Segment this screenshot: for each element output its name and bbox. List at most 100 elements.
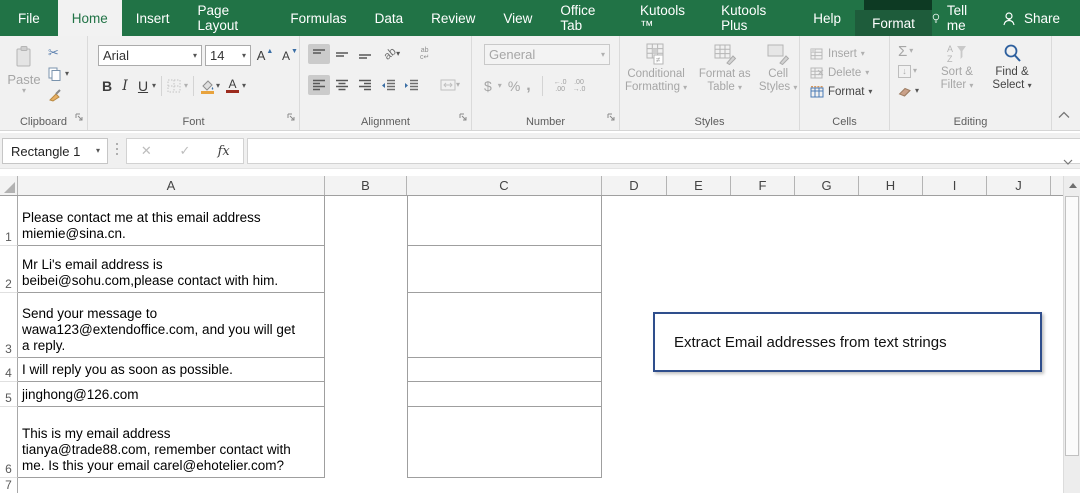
align-center-button[interactable] [331, 75, 353, 95]
col-header-a[interactable]: A [18, 176, 325, 195]
bold-button[interactable]: B [98, 78, 116, 94]
fill-button[interactable]: ↓ ▾ [898, 63, 919, 79]
fill-color-dropdown-icon[interactable]: ▾ [216, 82, 220, 90]
fill-color-icon[interactable] [199, 78, 216, 94]
clear-button[interactable]: ▾ [898, 83, 919, 99]
cell-c1[interactable] [407, 196, 602, 246]
autosum-button[interactable]: Σ ▾ [898, 43, 919, 60]
row-header-7[interactable]: 7 [0, 478, 18, 493]
paste-dropdown-icon[interactable]: ▾ [6, 87, 42, 95]
tab-data[interactable]: Data [361, 0, 418, 36]
decrease-decimal-button[interactable]: .00 →.0 [573, 79, 586, 93]
decrease-font-size-button[interactable]: A ▼ [279, 46, 301, 66]
cell-c5[interactable] [407, 382, 602, 407]
tab-page-layout[interactable]: Page Layout [184, 0, 277, 36]
col-header-b[interactable]: B [325, 176, 407, 195]
number-dialog-launcher[interactable] [607, 109, 616, 127]
format-painter-button[interactable] [48, 87, 69, 102]
enter-button[interactable]: ✓ [166, 143, 205, 159]
top-align-button[interactable] [308, 44, 330, 64]
cell-b4[interactable] [325, 358, 407, 382]
borders-dropdown-icon[interactable]: ▾ [184, 82, 188, 90]
middle-align-button[interactable] [331, 44, 353, 64]
select-all-corner[interactable] [0, 176, 18, 195]
cell-a6[interactable]: This is my email address tianya@trade88.… [18, 407, 325, 478]
tab-home[interactable]: Home [57, 0, 122, 36]
percent-button[interactable]: % [508, 78, 520, 94]
underline-button[interactable]: U [134, 78, 152, 94]
cell-a4[interactable]: I will reply you as soon as possible. [18, 358, 325, 382]
col-header-g[interactable]: G [795, 176, 859, 195]
currency-button[interactable]: $ [484, 78, 492, 94]
orientation-button[interactable]: ab ▾ [377, 44, 407, 64]
tab-view[interactable]: View [489, 0, 546, 36]
clipboard-dialog-launcher[interactable] [75, 109, 84, 127]
wrap-text-button[interactable]: ab c↵ [420, 47, 429, 61]
borders-icon[interactable] [167, 79, 181, 93]
cell-b5[interactable] [325, 382, 407, 407]
underline-dropdown-icon[interactable]: ▾ [152, 82, 156, 90]
formula-bar-grip[interactable] [116, 143, 118, 155]
sort-filter-button[interactable]: AZ Sort & Filter ▾ [934, 43, 980, 92]
shape-rectangle-1[interactable]: Extract Email addresses from text string… [653, 312, 1042, 372]
name-box-dropdown-icon[interactable]: ▾ [96, 147, 100, 155]
cell-b6[interactable] [325, 407, 407, 478]
copy-button[interactable]: ▾ [48, 66, 69, 81]
cell-a5[interactable]: jinghong@126.com [18, 382, 325, 407]
increase-font-size-button[interactable]: A ▲ [254, 46, 276, 66]
row-header-5[interactable]: 5 [0, 382, 18, 407]
tell-me-button[interactable]: Tell me [932, 3, 973, 33]
col-header-h[interactable]: H [859, 176, 923, 195]
cell-c2[interactable] [407, 246, 602, 293]
font-color-dropdown-icon[interactable]: ▾ [242, 82, 246, 90]
number-format-combo[interactable]: General ▾ [484, 44, 610, 65]
find-select-button[interactable]: Find & Select ▾ [986, 43, 1038, 92]
tab-formulas[interactable]: Formulas [276, 0, 360, 36]
col-header-d[interactable]: D [602, 176, 667, 195]
tab-format[interactable]: Format [855, 10, 932, 36]
formula-input[interactable] [247, 138, 1080, 165]
cell-b1[interactable] [325, 196, 407, 246]
italic-button[interactable]: I [116, 78, 134, 94]
tab-help[interactable]: Help [799, 0, 855, 36]
font-dialog-launcher[interactable] [287, 109, 296, 127]
tab-review[interactable]: Review [417, 0, 489, 36]
row-header-2[interactable]: 2 [0, 246, 18, 293]
align-right-button[interactable] [354, 75, 376, 95]
col-header-j[interactable]: J [987, 176, 1051, 195]
formula-bar-expand-icon[interactable] [1063, 153, 1073, 168]
col-header-f[interactable]: F [731, 176, 795, 195]
row-header-1[interactable]: 1 [0, 196, 18, 246]
scroll-up-button[interactable] [1065, 177, 1080, 194]
cell-b3[interactable] [325, 293, 407, 358]
decrease-indent-button[interactable] [377, 75, 399, 95]
font-size-combo[interactable]: 14 ▾ [205, 45, 251, 66]
tab-insert[interactable]: Insert [122, 0, 184, 36]
tab-kutools-plus[interactable]: Kutools Plus [707, 0, 799, 36]
alignment-dialog-launcher[interactable] [459, 109, 468, 127]
cut-button[interactable]: ✂ [48, 45, 69, 60]
name-box[interactable]: Rectangle 1 ▾ [2, 138, 108, 164]
col-header-c[interactable]: C [407, 176, 602, 195]
cell-c3[interactable] [407, 293, 602, 358]
cell-a3[interactable]: Send your message to wawa123@extendoffic… [18, 293, 325, 358]
copy-dropdown-icon[interactable]: ▾ [65, 69, 69, 78]
bottom-align-button[interactable] [354, 44, 376, 64]
cancel-button[interactable]: ✕ [127, 143, 166, 159]
share-button[interactable]: Share [1001, 11, 1060, 26]
cell-a2[interactable]: Mr Li's email address is beibei@sohu.com… [18, 246, 325, 293]
cell-a7[interactable] [18, 478, 325, 493]
merge-center-button[interactable]: ▾ [433, 75, 467, 95]
col-header-e[interactable]: E [667, 176, 731, 195]
font-color-button[interactable]: A [226, 78, 240, 93]
row-header-3[interactable]: 3 [0, 293, 18, 358]
increase-decimal-button[interactable]: ←.0.00 [554, 79, 567, 93]
font-name-combo[interactable]: Arial ▾ [98, 45, 202, 66]
cell-b2[interactable] [325, 246, 407, 293]
delete-cells-button[interactable]: Delete ▾ [810, 63, 889, 82]
scrollbar-thumb[interactable] [1065, 196, 1079, 456]
insert-function-button[interactable]: fx [204, 144, 243, 159]
row-header-4[interactable]: 4 [0, 358, 18, 382]
row-header-6[interactable]: 6 [0, 407, 18, 478]
comma-button[interactable]: , [526, 77, 530, 95]
